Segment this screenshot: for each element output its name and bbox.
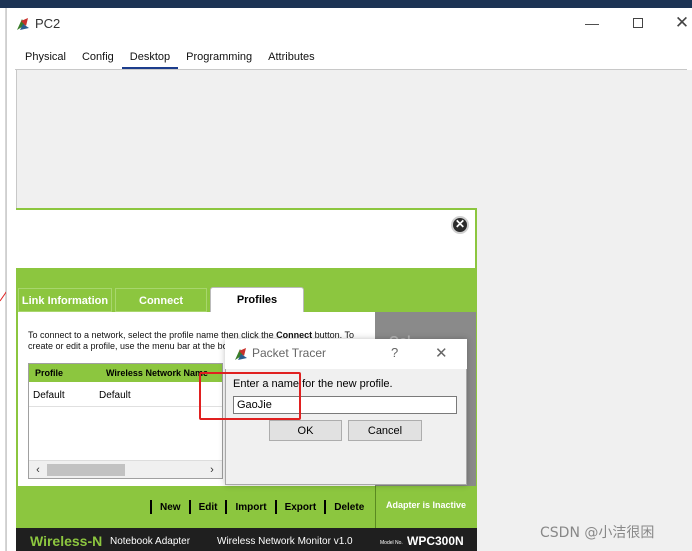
tab-link-information[interactable]: Link Information bbox=[18, 288, 112, 312]
profile-table: Profile Wireless Network Name Default De… bbox=[28, 363, 223, 479]
row-divider bbox=[29, 406, 222, 407]
footer-brand: Wireless-N bbox=[30, 533, 103, 549]
monitor-header bbox=[16, 210, 475, 268]
minimize-button[interactable]: — bbox=[581, 14, 603, 34]
column-network-name[interactable]: Wireless Network Name bbox=[106, 368, 208, 378]
profile-menu: New Edit Import Export Delete bbox=[142, 500, 364, 514]
help-icon[interactable]: ? bbox=[391, 345, 398, 360]
menu-edit[interactable]: Edit bbox=[199, 502, 218, 513]
title-bar: PC2 — ✕ bbox=[7, 8, 692, 40]
scroll-thumb[interactable] bbox=[47, 464, 125, 476]
menu-divider bbox=[150, 500, 152, 514]
maximize-button[interactable] bbox=[627, 14, 649, 34]
dialog-close-icon[interactable]: ✕ bbox=[435, 344, 448, 362]
footer-model-label: Model No. bbox=[380, 540, 403, 546]
menu-divider bbox=[225, 500, 228, 514]
table-header: Profile Wireless Network Name bbox=[29, 364, 222, 382]
ok-button[interactable]: OK bbox=[269, 420, 342, 441]
watermark: CSDN @小洁很困 bbox=[540, 525, 655, 541]
adapter-status: Adapter is Inactive bbox=[385, 500, 467, 510]
window-title: PC2 bbox=[35, 16, 61, 31]
footer-subtitle: Notebook Adapter bbox=[110, 536, 191, 547]
menu-divider bbox=[274, 500, 277, 514]
menu-import[interactable]: Import bbox=[235, 502, 266, 513]
tab-profiles[interactable]: Profiles bbox=[210, 287, 304, 313]
close-button[interactable]: ✕ bbox=[671, 12, 692, 34]
tab-attributes[interactable]: Attributes bbox=[260, 49, 322, 69]
footer-monitor-name: Wireless Network Monitor v1.0 bbox=[217, 536, 353, 547]
menu-divider bbox=[188, 500, 191, 514]
menu-separator bbox=[375, 486, 376, 528]
device-tabs: Physical Config Desktop Programming Attr… bbox=[17, 49, 323, 69]
highlight-annotation bbox=[199, 372, 301, 420]
dialog-title: Packet Tracer bbox=[252, 346, 327, 360]
cell-profile: Default bbox=[33, 390, 65, 401]
footer-model: WPC300N bbox=[407, 534, 464, 548]
menu-divider bbox=[324, 500, 327, 514]
packet-tracer-icon bbox=[17, 18, 29, 30]
tab-programming[interactable]: Programming bbox=[178, 49, 260, 69]
scroll-right-icon[interactable]: › bbox=[205, 463, 219, 477]
top-strip bbox=[0, 0, 692, 8]
menu-delete[interactable]: Delete bbox=[334, 502, 364, 513]
tab-desktop[interactable]: Desktop bbox=[121, 49, 179, 69]
maximize-icon bbox=[633, 18, 643, 28]
scroll-left-icon[interactable]: ‹ bbox=[31, 463, 45, 477]
column-profile[interactable]: Profile bbox=[35, 368, 63, 378]
tab-connect[interactable]: Connect bbox=[115, 288, 207, 312]
menu-export[interactable]: Export bbox=[285, 502, 317, 513]
cell-network-name: Default bbox=[99, 390, 131, 401]
tab-physical[interactable]: Physical bbox=[17, 49, 74, 69]
horizontal-scrollbar[interactable]: ‹ › bbox=[29, 460, 222, 478]
cancel-button[interactable]: Cancel bbox=[348, 420, 422, 441]
packet-tracer-icon bbox=[235, 348, 247, 360]
tab-config[interactable]: Config bbox=[74, 49, 122, 69]
menu-new[interactable]: New bbox=[160, 502, 181, 513]
monitor-close-icon[interactable]: ✕ bbox=[451, 216, 469, 234]
